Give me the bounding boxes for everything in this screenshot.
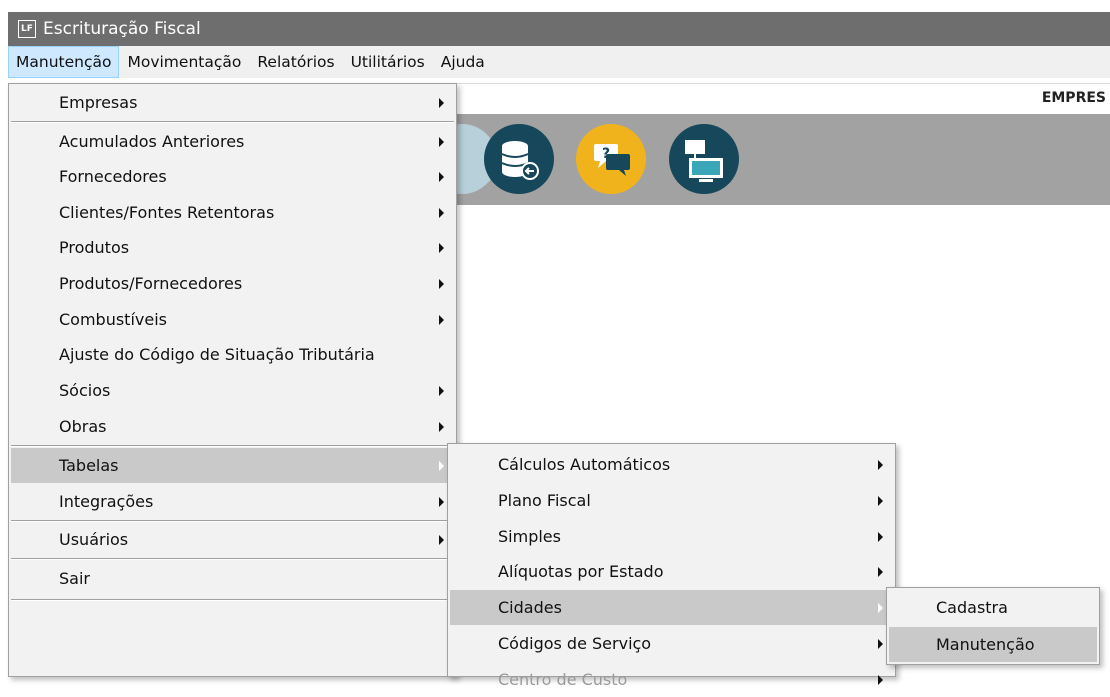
empresa-label: EMPRES: [1041, 90, 1106, 106]
submenu-arrow-icon: [439, 460, 444, 471]
submenu-arrow-icon: [439, 171, 444, 182]
svg-text:?: ?: [602, 146, 610, 162]
menu-item-label: Clientes/Fontes Retentoras: [59, 203, 275, 222]
menu-item-label: Produtos/Fornecedores: [59, 274, 243, 293]
submenu-arrow-icon: [878, 638, 883, 649]
menu-item-empresas[interactable]: Empresas: [11, 85, 454, 120]
menu-item-produtos[interactable]: Produtos: [11, 230, 454, 265]
submenu-arrow-icon: [878, 566, 883, 577]
menu-ajuda[interactable]: Ajuda: [433, 46, 493, 78]
cidades-submenu: Cadastra Manutenção: [886, 587, 1100, 665]
manutencao-dropdown: Empresas Acumulados Anteriores Fornecedo…: [8, 83, 457, 677]
menu-item-label: Sair: [59, 569, 90, 588]
app-icon: LF: [18, 20, 36, 38]
menu-item-label: Produtos: [59, 238, 130, 257]
menu-item-cidades[interactable]: Cidades: [450, 590, 893, 625]
submenu-arrow-icon: [439, 314, 444, 325]
menu-item-usuarios[interactable]: Usuários: [11, 522, 454, 557]
menu-item-label: Usuários: [59, 530, 129, 549]
menu-item-aliquotas-estado[interactable]: Alíquotas por Estado: [450, 554, 893, 589]
submenu-arrow-icon: [878, 531, 883, 542]
submenu-arrow-icon: [878, 495, 883, 506]
help-chat-icon[interactable]: ?: [576, 124, 646, 194]
tabelas-submenu: Cálculos Automáticos Plano Fiscal Simple…: [447, 443, 896, 689]
menu-item-sair[interactable]: Sair: [11, 561, 454, 596]
menu-item-manutencao[interactable]: Manutenção: [889, 627, 1097, 662]
menu-separator: [11, 558, 454, 560]
submenu-arrow-icon: [439, 534, 444, 545]
menu-item-socios[interactable]: Sócios: [11, 373, 454, 408]
database-icon[interactable]: [484, 124, 554, 194]
menu-item-acumulados[interactable]: Acumulados Anteriores: [11, 124, 454, 159]
menu-item-label: Cadastra: [936, 598, 1008, 617]
menu-item-clientes[interactable]: Clientes/Fontes Retentoras: [11, 195, 454, 230]
menu-item-label: Cálculos Automáticos: [498, 455, 671, 474]
menu-bar: Manutenção Movimentação Relatórios Utili…: [8, 46, 1110, 78]
menu-item-codigos-servico[interactable]: Códigos de Serviço: [450, 626, 893, 661]
submenu-arrow-icon: [439, 207, 444, 218]
submenu-arrow-icon: [439, 421, 444, 432]
submenu-arrow-icon: [878, 602, 883, 613]
submenu-arrow-icon: [878, 674, 883, 685]
menu-item-label: Acumulados Anteriores: [59, 132, 245, 151]
menu-item-calculos-automaticos[interactable]: Cálculos Automáticos: [450, 447, 893, 482]
toolbar: ?: [427, 114, 1110, 205]
menu-item-integracoes[interactable]: Integrações: [11, 484, 454, 519]
menu-item-cadastra[interactable]: Cadastra: [889, 590, 1097, 625]
menu-item-label: Fornecedores: [59, 167, 167, 186]
menu-item-simples[interactable]: Simples: [450, 519, 893, 554]
menu-item-obras[interactable]: Obras: [11, 409, 454, 444]
menu-separator: [11, 599, 454, 601]
content-header: EMPRES: [455, 83, 1110, 115]
menu-item-fornecedores[interactable]: Fornecedores: [11, 159, 454, 194]
menu-manutencao[interactable]: Manutenção: [8, 46, 120, 78]
menu-item-label: Alíquotas por Estado: [498, 562, 664, 581]
submenu-arrow-icon: [439, 136, 444, 147]
menu-relatorios[interactable]: Relatórios: [249, 46, 342, 78]
menu-separator: [11, 445, 454, 447]
menu-item-label: Manutenção: [936, 635, 1035, 654]
menu-item-plano-fiscal[interactable]: Plano Fiscal: [450, 483, 893, 518]
menu-movimentacao[interactable]: Movimentação: [119, 46, 249, 78]
menu-item-label: Combustíveis: [59, 310, 167, 329]
menu-separator: [11, 121, 454, 123]
submenu-arrow-icon: [439, 97, 444, 108]
menu-item-label: Integrações: [59, 492, 154, 511]
menu-item-label: Cidades: [498, 598, 562, 617]
window-title: Escrituração Fiscal: [43, 19, 201, 39]
menu-item-label: Tabelas: [59, 456, 119, 475]
submenu-arrow-icon: [439, 385, 444, 396]
menu-item-label: Obras: [59, 417, 107, 436]
submenu-arrow-icon: [878, 459, 883, 470]
submenu-arrow-icon: [439, 242, 444, 253]
menu-item-label: Empresas: [59, 93, 138, 112]
menu-item-tabelas[interactable]: Tabelas: [11, 448, 454, 483]
network-computers-icon[interactable]: [669, 124, 739, 194]
submenu-arrow-icon: [439, 278, 444, 289]
menu-item-label: Sócios: [59, 381, 111, 400]
menu-utilitarios[interactable]: Utilitários: [343, 46, 433, 78]
menu-item-ajuste-cst[interactable]: Ajuste do Código de Situação Tributária: [11, 337, 454, 372]
menu-item-label: Centro de Custo: [498, 670, 628, 689]
menu-item-combustiveis[interactable]: Combustíveis: [11, 302, 454, 337]
menu-item-label: Simples: [498, 527, 561, 546]
submenu-arrow-icon: [439, 496, 444, 507]
menu-item-label: Ajuste do Código de Situação Tributária: [59, 345, 375, 364]
menu-item-label: Plano Fiscal: [498, 491, 591, 510]
menu-item-produtos-fornecedores[interactable]: Produtos/Fornecedores: [11, 266, 454, 301]
menu-item-centro-custo[interactable]: Centro de Custo: [450, 662, 893, 697]
title-bar: LF Escrituração Fiscal: [8, 12, 1110, 46]
menu-item-label: Códigos de Serviço: [498, 634, 652, 653]
